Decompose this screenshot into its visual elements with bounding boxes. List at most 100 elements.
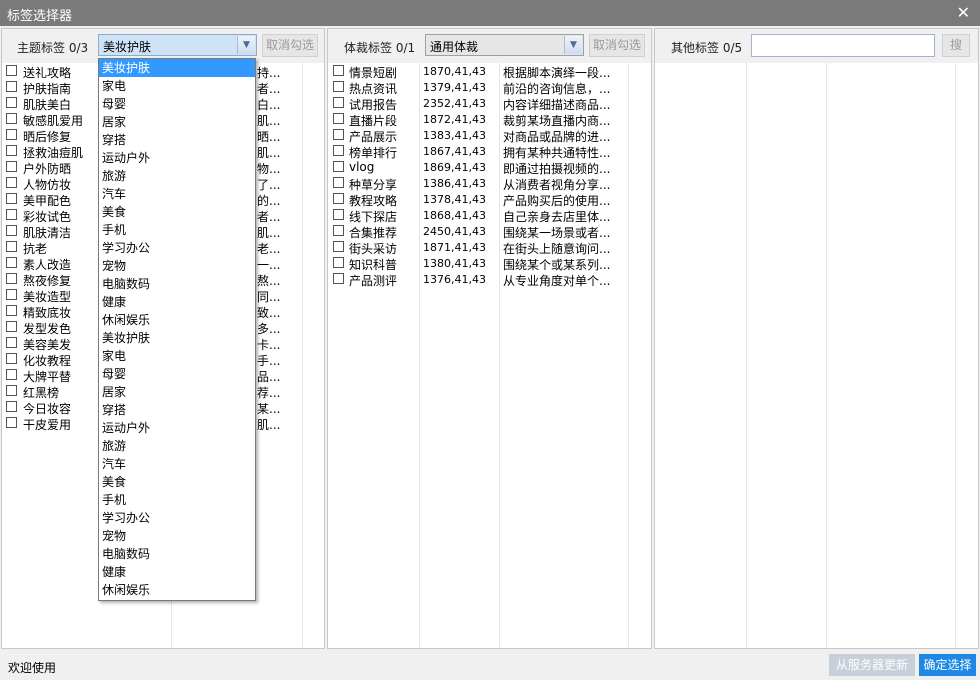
dropdown-option[interactable]: 运动户外 [99,419,255,437]
genre-code: 1867,41,43 [423,145,486,158]
genre-row[interactable]: vlog 1869,41,43 即通过拍摄视频的... [328,159,651,176]
dropdown-option[interactable]: 家电 [99,77,255,95]
genre-code: 1870,41,43 [423,65,486,78]
checkbox[interactable] [6,305,17,316]
checkbox[interactable] [6,369,17,380]
checkbox[interactable] [333,97,344,108]
dropdown-option[interactable]: 美食 [99,473,255,491]
dropdown-option[interactable]: 健康 [99,563,255,581]
dropdown-option[interactable]: 母婴 [99,365,255,383]
checkbox[interactable] [333,177,344,188]
checkbox[interactable] [6,145,17,156]
chevron-down-icon[interactable]: ▼ [237,36,255,54]
chevron-down-icon[interactable]: ▼ [564,36,582,54]
checkbox[interactable] [6,177,17,188]
other-search-input[interactable] [751,34,935,57]
dropdown-option[interactable]: 美妆护肤 [99,329,255,347]
confirm-selection-button[interactable]: 确定选择 [919,654,976,676]
genre-row[interactable]: 知识科普 1380,41,43 围绕某个或某系列... [328,255,651,272]
checkbox[interactable] [6,321,17,332]
dropdown-option[interactable]: 运动户外 [99,149,255,167]
topic-select-value: 美妆护肤 [103,40,152,54]
checkbox[interactable] [6,401,17,412]
dropdown-option[interactable]: 居家 [99,383,255,401]
dropdown-option[interactable]: 手机 [99,491,255,509]
dropdown-option[interactable]: 健康 [99,293,255,311]
close-icon[interactable]: ✕ [957,3,970,22]
checkbox[interactable] [333,65,344,76]
checkbox[interactable] [333,129,344,140]
checkbox[interactable] [333,81,344,92]
search-button[interactable]: 搜 [942,34,970,57]
checkbox[interactable] [333,113,344,124]
genre-clear-button[interactable]: 取消勾选 [589,34,645,57]
genre-row[interactable]: 直播片段 1872,41,43 裁剪某场直播内商... [328,111,651,128]
checkbox[interactable] [6,209,17,220]
dropdown-option[interactable]: 宠物 [99,257,255,275]
checkbox[interactable] [6,337,17,348]
checkbox[interactable] [333,225,344,236]
checkbox[interactable] [6,161,17,172]
dropdown-option[interactable]: 汽车 [99,455,255,473]
checkbox[interactable] [6,385,17,396]
checkbox[interactable] [333,161,344,172]
checkbox[interactable] [6,81,17,92]
genre-row[interactable]: 街头采访 1871,41,43 在街头上随意询问... [328,239,651,256]
checkbox[interactable] [6,97,17,108]
dropdown-option[interactable]: 家电 [99,347,255,365]
dropdown-option[interactable]: 电脑数码 [99,545,255,563]
topic-desc: 肌... [257,418,281,432]
checkbox[interactable] [6,289,17,300]
checkbox[interactable] [6,225,17,236]
dropdown-option[interactable]: 电脑数码 [99,275,255,293]
checkbox[interactable] [333,145,344,156]
genre-count: 0/1 [395,41,416,55]
dropdown-option[interactable]: 学习办公 [99,239,255,257]
checkbox[interactable] [6,129,17,140]
dropdown-option[interactable]: 休闲娱乐 [99,311,255,329]
genre-row[interactable]: 试用报告 2352,41,43 内容详细描述商品... [328,95,651,112]
checkbox[interactable] [6,353,17,364]
checkbox[interactable] [333,273,344,284]
checkbox[interactable] [333,209,344,220]
topic-select[interactable]: 美妆护肤 ▼ [98,34,257,56]
checkbox[interactable] [6,417,17,428]
genre-row[interactable]: 合集推荐 2450,41,43 围绕某一场景或者... [328,223,651,240]
genre-select[interactable]: 通用体裁 ▼ [425,34,584,56]
checkbox[interactable] [6,65,17,76]
topic-clear-button[interactable]: 取消勾选 [262,34,318,57]
dropdown-option[interactable]: 旅游 [99,167,255,185]
checkbox[interactable] [333,241,344,252]
genre-desc: 从专业角度对单个... [503,274,611,288]
genre-row[interactable]: 热点资讯 1379,41,43 前沿的咨询信息，... [328,79,651,96]
checkbox[interactable] [6,113,17,124]
genre-row[interactable]: 教程攻略 1378,41,43 产品购买后的使用... [328,191,651,208]
checkbox[interactable] [6,241,17,252]
genre-code: 1868,41,43 [423,209,486,222]
genre-row[interactable]: 榜单排行 1867,41,43 拥有某种共通特性... [328,143,651,160]
status-text: 欢迎使用 [8,661,57,675]
dropdown-option[interactable]: 美食 [99,203,255,221]
checkbox[interactable] [6,273,17,284]
dropdown-option[interactable]: 美妆护肤 [99,59,255,77]
checkbox[interactable] [333,257,344,268]
dropdown-option[interactable]: 学习办公 [99,509,255,527]
refresh-from-server-button[interactable]: 从服务器更新 [829,654,915,676]
checkbox[interactable] [333,193,344,204]
dropdown-option[interactable]: 宠物 [99,527,255,545]
checkbox[interactable] [6,193,17,204]
dropdown-option[interactable]: 穿搭 [99,131,255,149]
dropdown-option[interactable]: 母婴 [99,95,255,113]
dropdown-option[interactable]: 旅游 [99,437,255,455]
dropdown-option[interactable]: 汽车 [99,185,255,203]
dropdown-option[interactable]: 休闲娱乐 [99,581,255,599]
genre-row[interactable]: 产品测评 1376,41,43 从专业角度对单个... [328,271,651,288]
genre-row[interactable]: 线下探店 1868,41,43 自己亲身去店里体... [328,207,651,224]
checkbox[interactable] [6,257,17,268]
genre-row[interactable]: 种草分享 1386,41,43 从消费者视角分享... [328,175,651,192]
genre-row[interactable]: 产品展示 1383,41,43 对商品或品牌的进... [328,127,651,144]
dropdown-option[interactable]: 穿搭 [99,401,255,419]
genre-row[interactable]: 情景短剧 1870,41,43 根据脚本演绎一段... [328,63,651,80]
dropdown-option[interactable]: 居家 [99,113,255,131]
dropdown-option[interactable]: 手机 [99,221,255,239]
